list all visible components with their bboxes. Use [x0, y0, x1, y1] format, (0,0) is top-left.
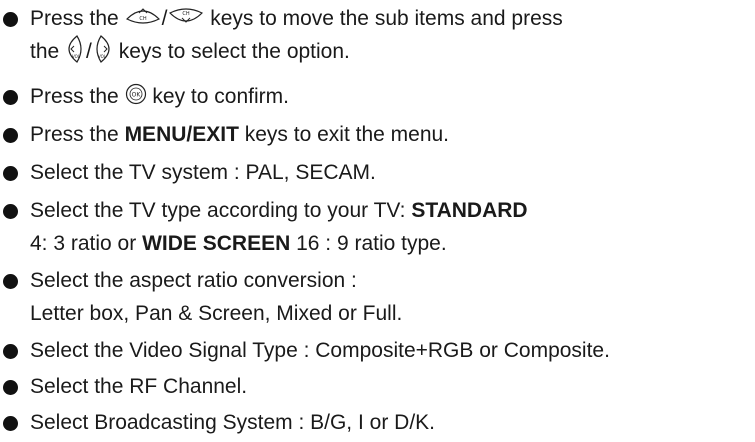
bullet-icon [3, 274, 18, 289]
bullet-icon [3, 12, 18, 27]
svg-text:VOL: VOL [98, 54, 107, 59]
channel-up-key-icon: CH [125, 5, 161, 27]
svg-text:CH: CH [139, 16, 146, 22]
item-text: Press the MENU/EXIT keys to exit the men… [30, 123, 450, 146]
bullet-icon [3, 204, 18, 219]
bullet-icon [3, 128, 18, 143]
item-text: Select Broadcasting System : B/G, I or D… [30, 411, 435, 434]
bullet-icon [3, 416, 18, 431]
manual-page: Press the CH / CH keys to move the sub i… [0, 0, 755, 442]
svg-text:VOL: VOL [72, 54, 81, 59]
bullet-icon [3, 166, 18, 181]
svg-text:CH: CH [183, 11, 190, 17]
volume-right-key-icon: VOL [93, 34, 113, 64]
item-text: Select the aspect ratio conversion : Let… [30, 269, 403, 325]
volume-left-key-icon: VOL [65, 34, 85, 64]
ok-key-icon: OK [125, 83, 147, 105]
item-text: Select the RF Channel. [30, 375, 248, 398]
bullet-icon [3, 380, 18, 395]
bullet-icon [3, 90, 18, 105]
item-text: Press the CH / CH keys to move the sub i… [30, 5, 563, 64]
bullet-icon [3, 344, 18, 359]
channel-down-key-icon: CH [168, 5, 204, 27]
item-text: Select the TV system : PAL, SECAM. [30, 161, 376, 184]
svg-text:OK: OK [131, 92, 141, 99]
item-text: Select the TV type according to your TV:… [30, 199, 528, 255]
item-text: Press the OK key to confirm. [30, 83, 289, 108]
item-text: Select the Video Signal Type : Composite… [30, 339, 610, 362]
